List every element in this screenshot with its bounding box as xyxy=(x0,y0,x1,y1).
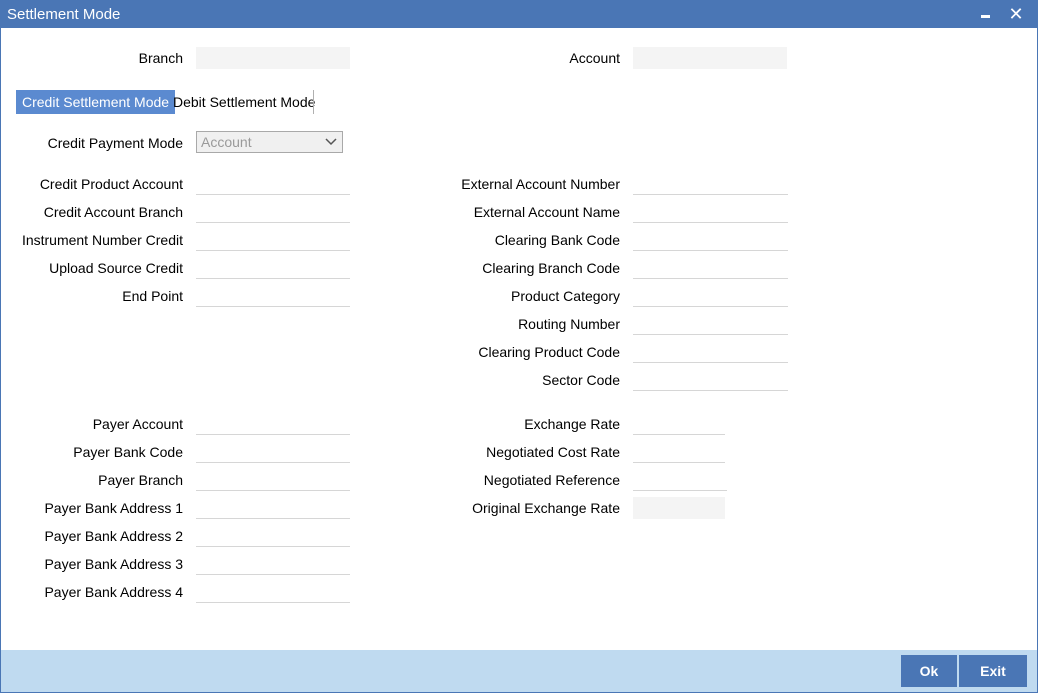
credit-account-branch-field[interactable] xyxy=(196,201,350,223)
exchange-rate-label: Exchange Rate xyxy=(524,416,620,432)
instrument-number-credit-field[interactable] xyxy=(196,229,350,251)
branch-label: Branch xyxy=(138,50,183,66)
credit-payment-mode-select[interactable]: Account xyxy=(196,131,343,153)
end-point-field[interactable] xyxy=(196,285,350,307)
credit-account-branch-label: Credit Account Branch xyxy=(43,204,183,220)
external-account-number-label: External Account Number xyxy=(461,176,620,192)
routing-number-label: Routing Number xyxy=(518,316,620,332)
negotiated-cost-rate-field[interactable] xyxy=(633,441,725,463)
negotiated-reference-label: Negotiated Reference xyxy=(483,472,620,488)
account-field[interactable] xyxy=(633,47,787,69)
window-title: Settlement Mode xyxy=(7,6,121,23)
routing-number-field[interactable] xyxy=(633,313,788,335)
chevron-down-icon xyxy=(325,138,337,146)
upload-source-credit-field[interactable] xyxy=(196,257,350,279)
settlement-mode-window: Settlement Mode ✕ Branch Account Credit … xyxy=(0,0,1038,693)
close-icon[interactable]: ✕ xyxy=(1005,3,1027,25)
end-point-label: End Point xyxy=(122,288,183,304)
sector-code-field[interactable] xyxy=(633,369,788,391)
minimize-icon[interactable] xyxy=(975,3,997,25)
external-account-name-label: External Account Name xyxy=(473,204,620,220)
payer-branch-field[interactable] xyxy=(196,469,350,491)
payer-bank-address-3-label: Payer Bank Address 3 xyxy=(44,556,183,572)
payer-bank-address-4-label: Payer Bank Address 4 xyxy=(44,584,183,600)
clearing-branch-code-field[interactable] xyxy=(633,257,788,279)
tab-debit-settlement-mode[interactable]: Debit Settlement Mode xyxy=(167,90,321,114)
original-exchange-rate-label: Original Exchange Rate xyxy=(472,500,620,516)
sector-code-label: Sector Code xyxy=(542,372,620,388)
credit-payment-mode-value: Account xyxy=(201,134,252,150)
branch-field[interactable] xyxy=(196,47,350,69)
external-account-number-field[interactable] xyxy=(633,173,788,195)
clearing-product-code-label: Clearing Product Code xyxy=(478,344,620,360)
credit-payment-mode-label: Credit Payment Mode xyxy=(47,135,183,151)
negotiated-cost-rate-label: Negotiated Cost Rate xyxy=(486,444,620,460)
credit-product-account-label: Credit Product Account xyxy=(39,176,183,192)
external-account-name-field[interactable] xyxy=(633,201,788,223)
exchange-rate-field[interactable] xyxy=(633,413,725,435)
payer-bank-code-label: Payer Bank Code xyxy=(73,444,183,460)
payer-bank-address-1-label: Payer Bank Address 1 xyxy=(44,500,183,516)
negotiated-reference-field[interactable] xyxy=(633,469,727,491)
exit-button[interactable]: Exit xyxy=(959,655,1027,687)
payer-bank-code-field[interactable] xyxy=(196,441,350,463)
tab-credit-settlement-mode[interactable]: Credit Settlement Mode xyxy=(16,90,176,114)
product-category-label: Product Category xyxy=(511,288,620,304)
payer-branch-label: Payer Branch xyxy=(98,472,183,488)
clearing-branch-code-label: Clearing Branch Code xyxy=(482,260,620,276)
payer-account-field[interactable] xyxy=(196,413,350,435)
payer-bank-address-4-field[interactable] xyxy=(196,581,350,603)
payer-bank-address-1-field[interactable] xyxy=(196,497,350,519)
payer-bank-address-3-field[interactable] xyxy=(196,553,350,575)
original-exchange-rate-field[interactable] xyxy=(633,497,725,519)
clearing-bank-code-field[interactable] xyxy=(633,229,788,251)
title-bar: Settlement Mode ✕ xyxy=(1,1,1037,28)
clearing-product-code-field[interactable] xyxy=(633,341,788,363)
payer-account-label: Payer Account xyxy=(92,416,183,432)
payer-bank-address-2-label: Payer Bank Address 2 xyxy=(44,528,183,544)
instrument-number-credit-label: Instrument Number Credit xyxy=(21,232,183,248)
product-category-field[interactable] xyxy=(633,285,788,307)
footer-bar: Ok Exit xyxy=(1,650,1037,692)
clearing-bank-code-label: Clearing Bank Code xyxy=(494,232,620,248)
account-label: Account xyxy=(569,50,620,66)
payer-bank-address-2-field[interactable] xyxy=(196,525,350,547)
tab-divider xyxy=(313,90,314,114)
upload-source-credit-label: Upload Source Credit xyxy=(49,260,183,276)
ok-button[interactable]: Ok xyxy=(901,655,957,687)
credit-product-account-field[interactable] xyxy=(196,173,350,195)
